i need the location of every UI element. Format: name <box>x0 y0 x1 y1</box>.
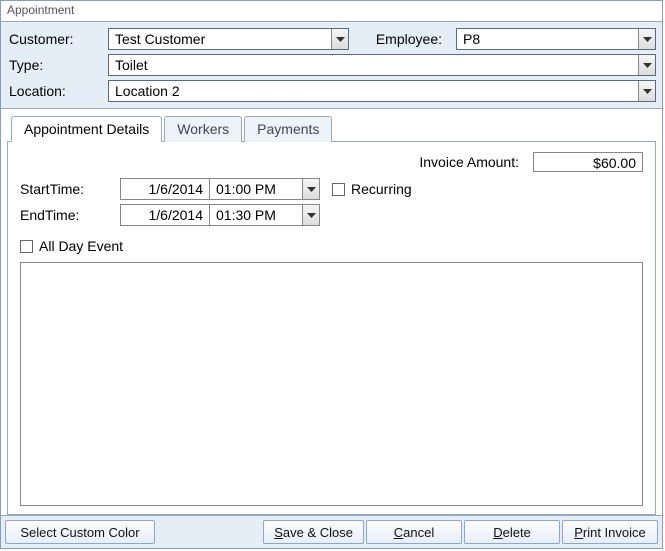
allday-checkbox[interactable] <box>20 240 33 253</box>
window-title: Appointment <box>1 1 662 21</box>
tab-workers[interactable]: Workers <box>164 116 242 142</box>
endtime-time[interactable]: 01:30 PM <box>210 204 320 226</box>
customer-value: Test Customer <box>109 29 331 49</box>
location-dropdown-button[interactable] <box>638 81 655 101</box>
delete-button[interactable]: Delete <box>464 520 560 544</box>
starttime-time-value: 01:00 PM <box>210 179 302 199</box>
type-label: Type: <box>7 57 102 73</box>
select-custom-color-button[interactable]: Select Custom Color <box>5 520 155 544</box>
employee-dropdown-button[interactable] <box>638 29 655 49</box>
type-combo[interactable]: Toilet <box>108 54 656 76</box>
tab-page-details: Invoice Amount: $60.00 StartTime: 1/6/20… <box>7 141 656 515</box>
recurring-checkbox[interactable] <box>332 183 345 196</box>
starttime-date[interactable]: 1/6/2014 <box>120 178 210 200</box>
location-value: Location 2 <box>109 81 638 101</box>
chevron-down-icon <box>336 37 345 42</box>
starttime-time-dropdown[interactable] <box>302 179 319 199</box>
customer-dropdown-button[interactable] <box>331 29 348 49</box>
notes-textarea[interactable] <box>20 262 643 506</box>
header-panel: Customer: Test Customer Employee: P8 Typ… <box>1 21 662 109</box>
appointment-window: Appointment Customer: Test Customer Empl… <box>0 0 663 549</box>
customer-label: Customer: <box>7 31 102 47</box>
endtime-time-value: 01:30 PM <box>210 205 302 225</box>
type-value: Toilet <box>109 55 638 75</box>
endtime-time-dropdown[interactable] <box>302 205 319 225</box>
tabstrip: Appointment Details Workers Payments <box>11 116 656 142</box>
tab-area: Appointment Details Workers Payments Inv… <box>1 109 662 515</box>
recurring-label: Recurring <box>351 181 412 197</box>
allday-label: All Day Event <box>39 238 123 254</box>
customer-combo[interactable]: Test Customer <box>108 28 349 50</box>
footer-bar: Select Custom Color Save & Close Cancel … <box>1 515 662 548</box>
cancel-button[interactable]: Cancel <box>366 520 462 544</box>
chevron-down-icon <box>307 213 316 218</box>
tab-payments[interactable]: Payments <box>244 116 332 142</box>
chevron-down-icon <box>643 37 652 42</box>
save-and-close-button[interactable]: Save & Close <box>263 520 364 544</box>
endtime-label: EndTime: <box>20 207 120 223</box>
starttime-label: StartTime: <box>20 181 120 197</box>
chevron-down-icon <box>643 89 652 94</box>
chevron-down-icon <box>643 63 652 68</box>
print-invoice-button[interactable]: Print Invoice <box>562 520 658 544</box>
tab-appointment-details[interactable]: Appointment Details <box>11 116 162 142</box>
chevron-down-icon <box>307 187 316 192</box>
invoice-amount-label: Invoice Amount: <box>419 154 519 170</box>
endtime-date[interactable]: 1/6/2014 <box>120 204 210 226</box>
employee-combo[interactable]: P8 <box>456 28 656 50</box>
employee-label: Employee: <box>355 31 450 47</box>
type-dropdown-button[interactable] <box>638 55 655 75</box>
employee-value: P8 <box>457 29 638 49</box>
invoice-amount-value[interactable]: $60.00 <box>533 152 643 172</box>
starttime-time[interactable]: 01:00 PM <box>210 178 320 200</box>
location-combo[interactable]: Location 2 <box>108 80 656 102</box>
location-label: Location: <box>7 83 102 99</box>
